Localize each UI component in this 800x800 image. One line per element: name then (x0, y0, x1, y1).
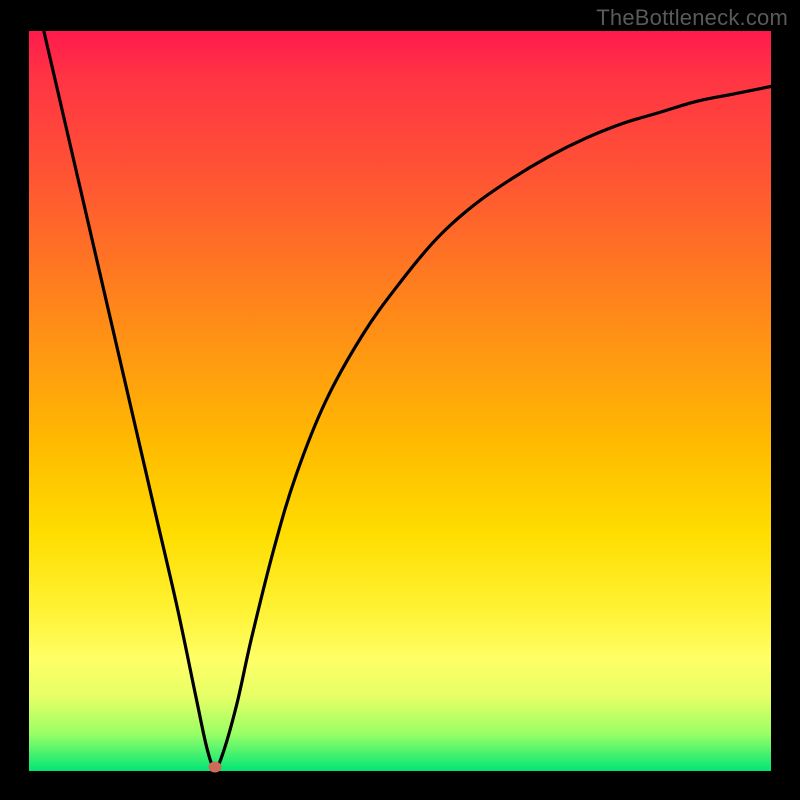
optimal-marker (208, 762, 221, 773)
bottleneck-curve (44, 31, 771, 768)
watermark-text: TheBottleneck.com (596, 5, 788, 31)
plot-area (29, 31, 771, 771)
chart-frame: TheBottleneck.com (0, 0, 800, 800)
curve-svg (29, 31, 771, 771)
